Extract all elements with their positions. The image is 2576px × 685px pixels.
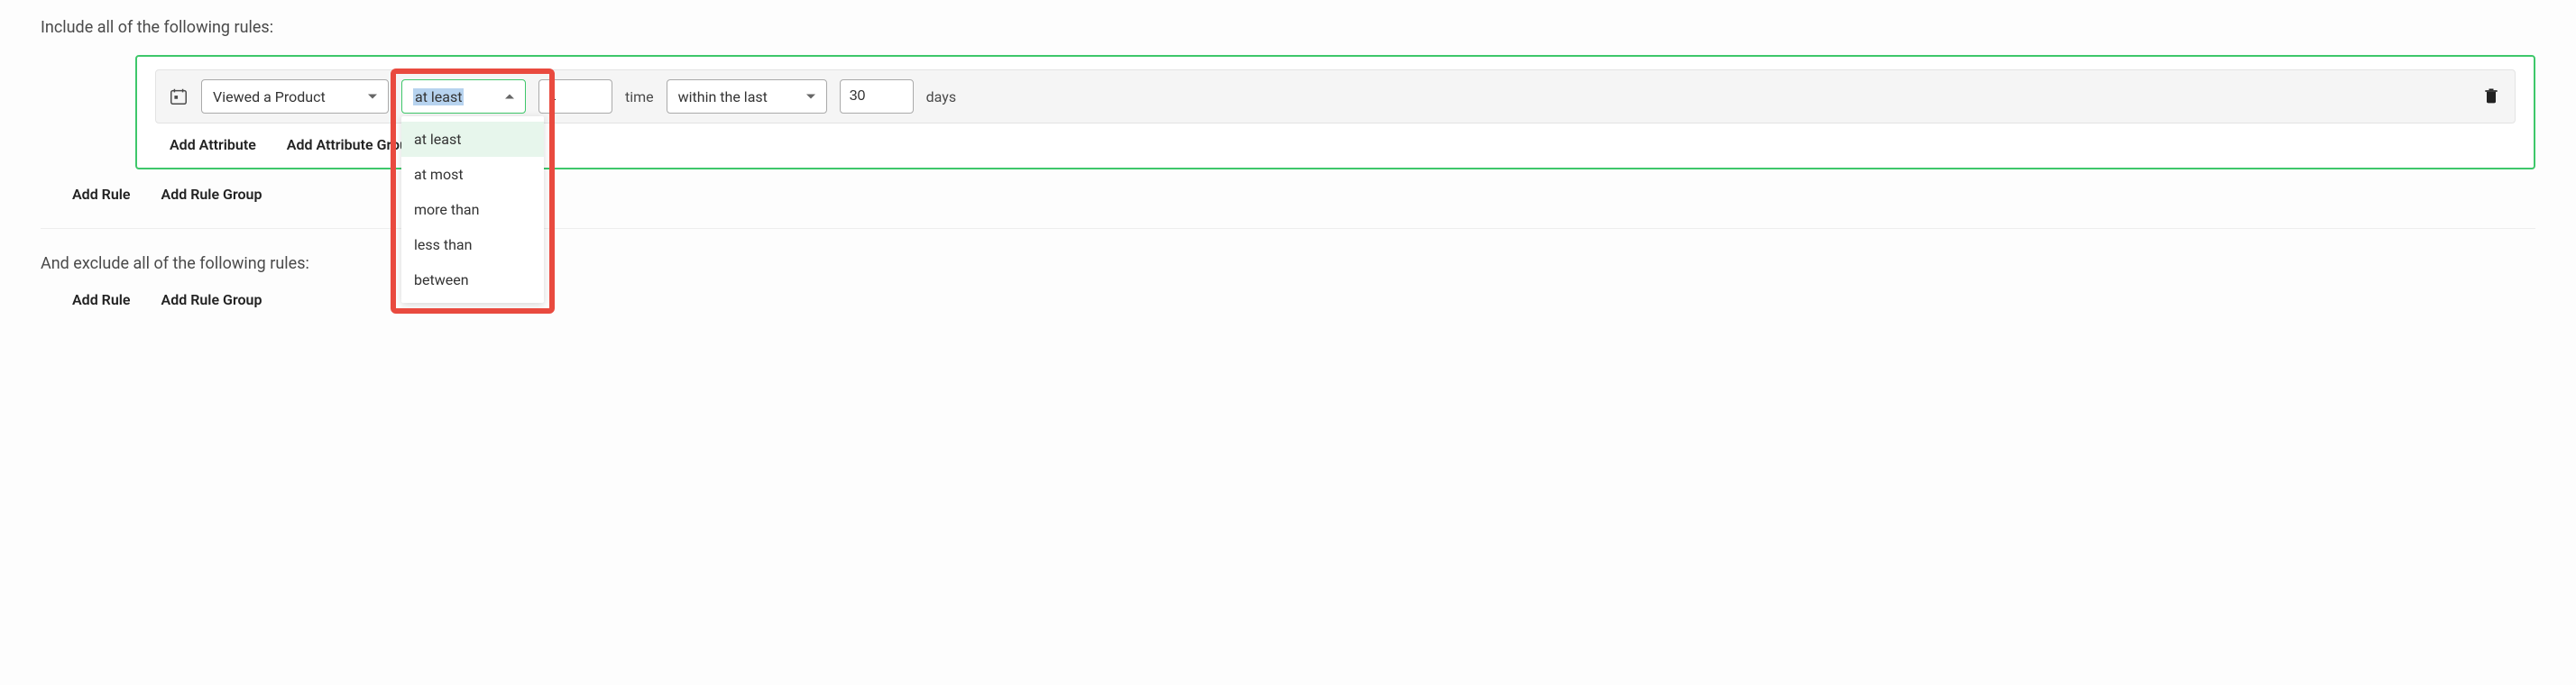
add-rule-button[interactable]: Add Rule xyxy=(72,186,131,203)
rule-row: Viewed a Product at least at least at mo… xyxy=(155,69,2516,123)
add-rule-group-button[interactable]: Add Rule Group xyxy=(161,186,262,203)
add-rule-group-button[interactable]: Add Rule Group xyxy=(161,291,262,308)
rule-card: Viewed a Product at least at least at mo… xyxy=(135,55,2535,169)
count-input[interactable] xyxy=(538,79,612,114)
comparator-dropdown: at least at most more than less than bet… xyxy=(401,116,544,303)
calendar-icon xyxy=(169,87,189,106)
comparator-option[interactable]: between xyxy=(401,262,544,297)
add-attribute-button[interactable]: Add Attribute xyxy=(170,136,256,153)
timeframe-select-value: within the last xyxy=(678,88,768,105)
days-input[interactable] xyxy=(840,79,914,114)
comparator-select[interactable]: at least at least at most more than less… xyxy=(401,79,526,114)
comparator-option[interactable]: less than xyxy=(401,227,544,262)
event-select[interactable]: Viewed a Product xyxy=(201,79,389,114)
comparator-select-value: at least xyxy=(413,88,464,105)
trash-icon[interactable] xyxy=(2482,86,2502,107)
time-label: time xyxy=(625,88,654,105)
comparator-option[interactable]: at most xyxy=(401,157,544,192)
add-attribute-group-button[interactable]: Add Attribute Group xyxy=(287,136,416,153)
comparator-option[interactable]: more than xyxy=(401,192,544,227)
timeframe-select[interactable]: within the last xyxy=(667,79,827,114)
include-section-header: Include all of the following rules: xyxy=(41,18,2535,37)
event-select-value: Viewed a Product xyxy=(213,88,326,105)
days-label: days xyxy=(926,88,956,105)
add-rule-button[interactable]: Add Rule xyxy=(72,291,131,308)
comparator-option[interactable]: at least xyxy=(401,122,544,157)
